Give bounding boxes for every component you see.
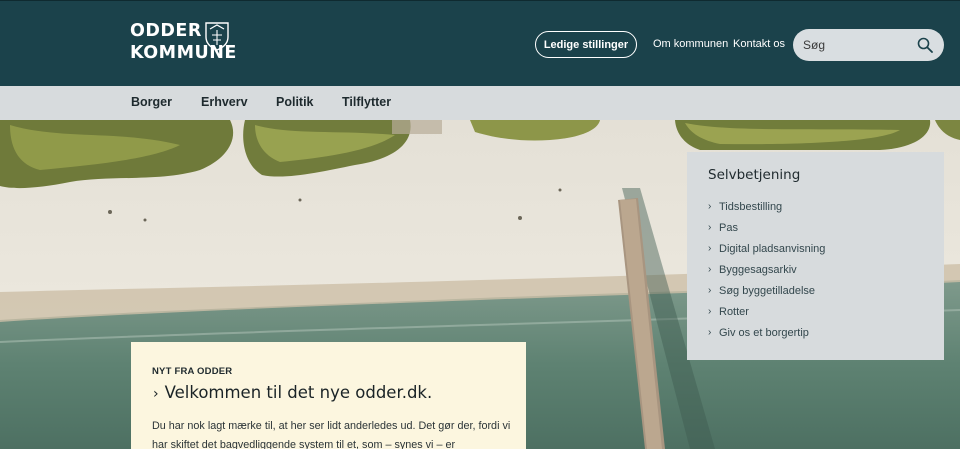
selfservice-item[interactable]: › Tidsbestilling — [708, 196, 825, 217]
chevron-right-icon: › — [708, 327, 712, 338]
chevron-right-icon: › — [153, 386, 159, 402]
nav-item-politik[interactable]: Politik — [276, 95, 314, 109]
news-eyebrow: NYT FRA ODDER — [152, 366, 233, 377]
nav-item-borger[interactable]: Borger — [131, 95, 172, 109]
about-link[interactable]: Om kommunen — [653, 38, 728, 50]
news-title: Velkommen til det nye odder.dk. — [164, 383, 433, 402]
site-header: ODDER KOMMUNE Ledige stillinger Om kommu… — [0, 0, 960, 86]
crest-icon — [205, 22, 229, 51]
selfservice-item-label: Digital pladsanvisning — [719, 242, 826, 255]
news-card: NYT FRA ODDER › Velkommen til det nye odd… — [131, 342, 526, 449]
news-title-link[interactable]: › Velkommen til det nye odder.dk. — [153, 383, 432, 402]
chevron-right-icon: › — [708, 306, 712, 317]
chevron-right-icon: › — [708, 285, 712, 296]
logo-line-1: ODDER — [130, 21, 202, 41]
nav-item-erhverv[interactable]: Erhverv — [201, 95, 248, 109]
selfservice-item[interactable]: › Pas — [708, 217, 825, 238]
selfservice-item-label: Giv os et borgertip — [719, 326, 809, 339]
chevron-right-icon: › — [708, 201, 712, 212]
nav-item-tilflytter[interactable]: Tilflytter — [342, 95, 391, 109]
odder-kommune-logo[interactable]: ODDER KOMMUNE — [130, 21, 240, 67]
selfservice-item[interactable]: › Digital pladsanvisning — [708, 238, 825, 259]
selfservice-list: › Tidsbestilling › Pas › Digital pladsanvis… — [708, 196, 825, 343]
search-box — [793, 29, 944, 61]
search-icon[interactable] — [917, 37, 933, 53]
news-body: Du har nok lagt mærke til, at her ser li… — [152, 420, 511, 449]
contact-link[interactable]: Kontakt os — [733, 38, 785, 50]
selfservice-item[interactable]: › Byggesagsarkiv — [708, 259, 825, 280]
selfservice-item-label: Søg byggetilladelse — [719, 284, 816, 297]
selfservice-title: Selvbetjening — [708, 167, 801, 183]
selfservice-item-label: Byggesagsarkiv — [719, 263, 797, 276]
chevron-right-icon: › — [708, 222, 712, 233]
jobs-button[interactable]: Ledige stillinger — [535, 31, 637, 58]
chevron-right-icon: › — [708, 243, 712, 254]
selfservice-panel: Selvbetjening › Tidsbestilling › Pas › Digi… — [687, 152, 944, 360]
selfservice-item-label: Pas — [719, 221, 738, 234]
selfservice-item-label: Rotter — [719, 305, 749, 318]
selfservice-item[interactable]: › Rotter — [708, 301, 825, 322]
chevron-right-icon: › — [708, 264, 712, 275]
selfservice-item-label: Tidsbestilling — [719, 200, 783, 213]
selfservice-item[interactable]: › Søg byggetilladelse — [708, 280, 825, 301]
main-nav: Borger Erhverv Politik Tilflytter — [0, 86, 960, 120]
search-input[interactable] — [803, 29, 913, 61]
selfservice-item[interactable]: › Giv os et borgertip — [708, 322, 825, 343]
